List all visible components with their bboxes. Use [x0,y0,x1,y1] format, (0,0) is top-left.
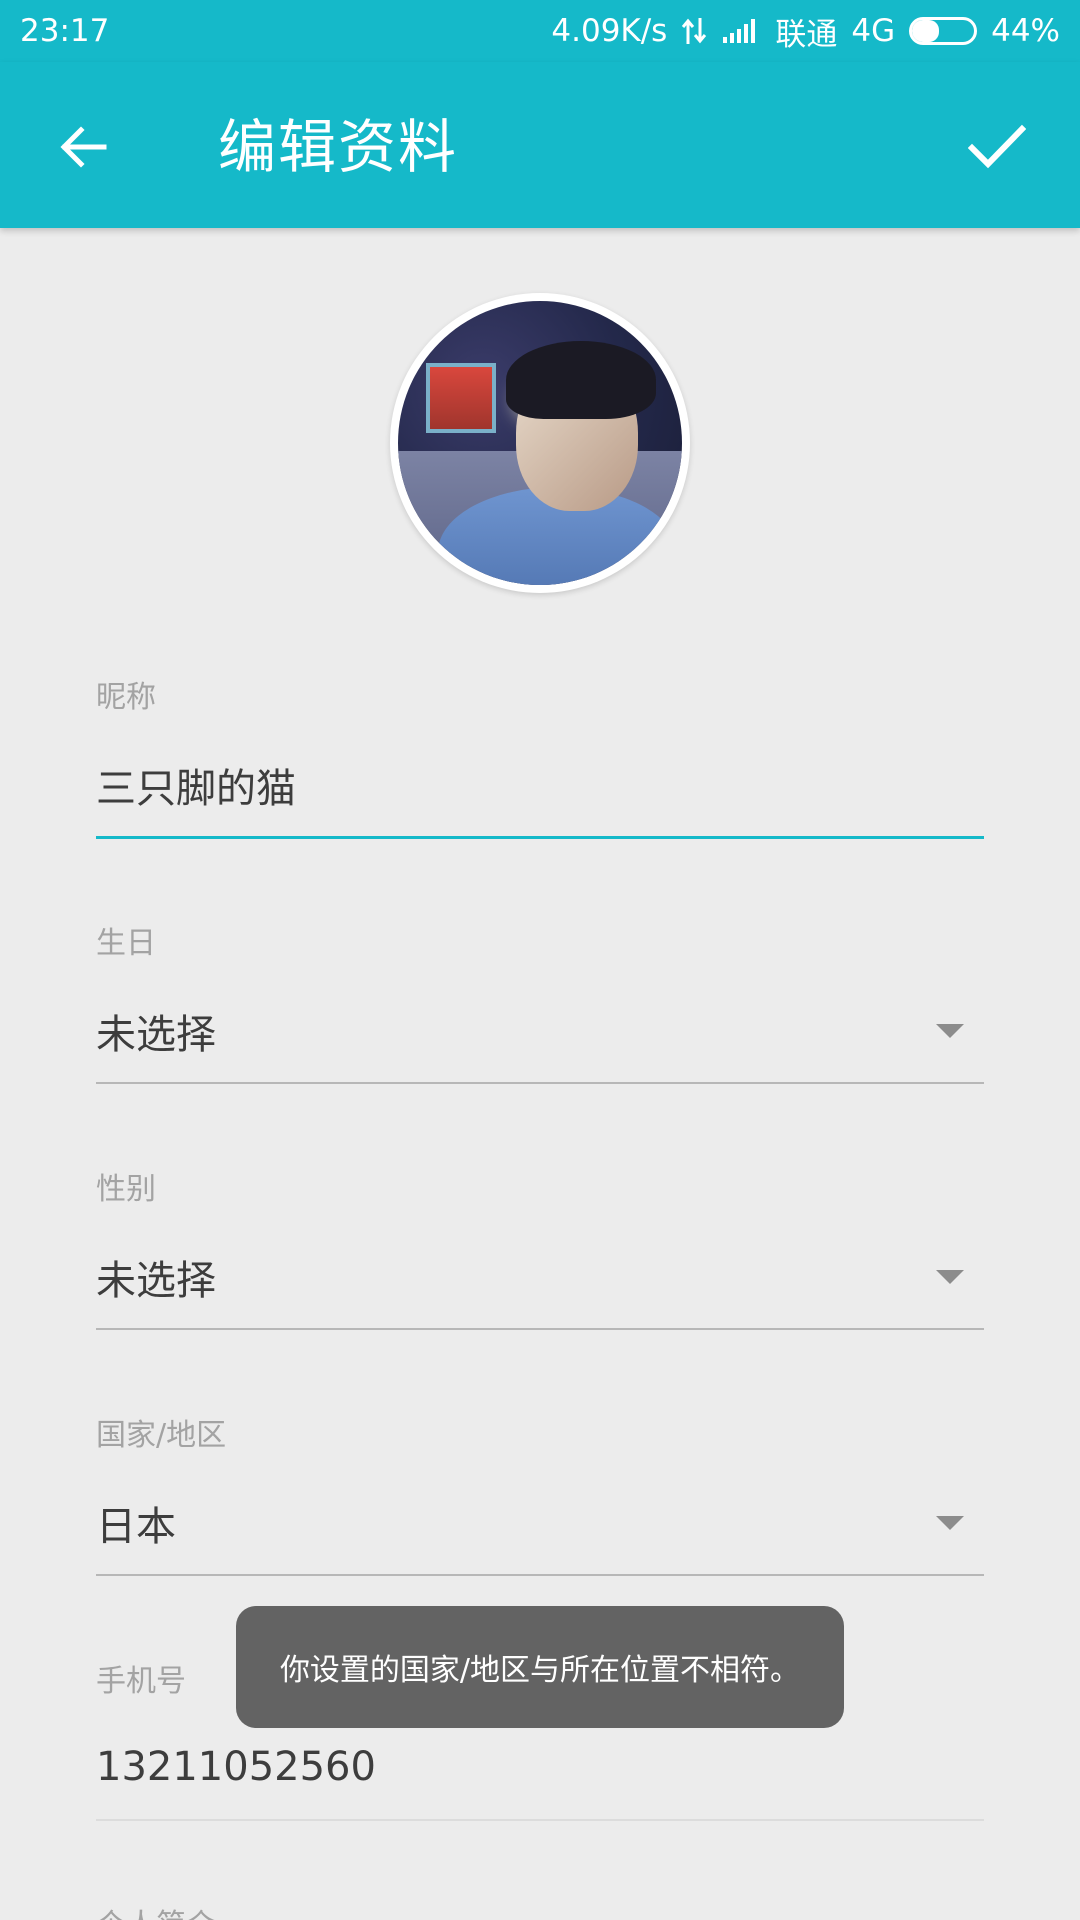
app-bar: 编辑资料 [0,62,1080,228]
signal-strength-icon [721,17,761,45]
phone-underline [96,1819,984,1821]
edit-profile-screen: 23:17 4.09K/s 联通 4G 44% 编辑资料 昵称 三只脚的猫 生日… [0,0,1080,1920]
dropdown-arrow-icon[interactable] [936,1270,964,1284]
battery-percent: 44% [991,13,1060,49]
dropdown-arrow-icon[interactable] [936,1516,964,1530]
network-speed: 4.09K/s [551,13,668,49]
status-time: 23:17 [20,13,110,49]
confirm-button[interactable] [952,102,1042,192]
network-type: 4G [851,13,896,49]
region-label: 国家/地区 [96,1418,227,1453]
nickname-label: 昵称 [96,680,156,715]
birthday-underline [96,1082,984,1084]
region-value[interactable]: 日本 [96,1494,176,1552]
avatar-button[interactable] [390,293,690,593]
back-button[interactable] [38,102,128,192]
bio-field[interactable]: 个人简介 [96,1900,984,1920]
gender-underline [96,1328,984,1330]
phone-label: 手机号 [96,1664,186,1699]
carrier-name: 联通 [775,16,838,53]
back-arrow-icon [60,126,107,168]
birthday-value[interactable]: 未选择 [96,1002,216,1060]
toast-message: 你设置的国家/地区与所在位置不相符。 [236,1606,844,1728]
nickname-underline [96,836,984,839]
nickname-input[interactable]: 三只脚的猫 [96,756,296,814]
gender-value[interactable]: 未选择 [96,1248,216,1306]
gender-field[interactable]: 性别 未选择 [96,1164,984,1334]
birthday-label: 生日 [96,926,156,961]
battery-icon [909,17,978,45]
gender-label: 性别 [96,1172,156,1207]
checkmark-icon [968,124,1026,169]
birthday-field[interactable]: 生日 未选择 [96,918,984,1088]
phone-value: 13211052560 [96,1744,376,1790]
avatar [398,301,682,585]
region-underline [96,1574,984,1576]
bio-label: 个人简介 [96,1900,216,1920]
page-title: 编辑资料 [218,113,459,181]
dropdown-arrow-icon[interactable] [936,1024,964,1038]
region-field[interactable]: 国家/地区 日本 [96,1410,984,1580]
battery-level-fill [912,20,940,42]
status-bar: 23:17 4.09K/s 联通 4G 44% [0,0,1080,62]
status-indicators: 4.09K/s 联通 4G 44% [551,9,1060,54]
nickname-field[interactable]: 昵称 三只脚的猫 [96,672,984,842]
data-transfer-icon [681,16,707,46]
